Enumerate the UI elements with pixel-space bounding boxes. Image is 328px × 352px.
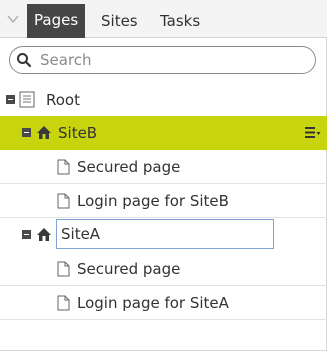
search-input[interactable] <box>40 49 300 71</box>
page-icon <box>57 261 70 277</box>
hamburger-menu-icon[interactable] <box>305 126 321 139</box>
tree-label-page: Secured page <box>77 260 181 278</box>
rename-input[interactable] <box>61 224 261 244</box>
search-box <box>9 46 316 74</box>
tree-row-sitea-login[interactable]: Login page for SiteA <box>0 286 327 320</box>
tree-row-sitea-secured[interactable]: Secured page <box>0 252 327 286</box>
tree-label-page: Login page for SiteB <box>77 192 229 210</box>
collapse-toggle-icon[interactable] <box>6 95 15 104</box>
tab-pages[interactable]: Pages <box>27 4 86 38</box>
tree-label-siteb: SiteB <box>58 124 98 142</box>
tree-row-root[interactable]: Root <box>0 83 327 117</box>
document-list-icon <box>19 91 35 108</box>
tab-bar: Pages Sites Tasks <box>0 0 327 38</box>
rename-field[interactable] <box>56 219 274 249</box>
tab-tasks[interactable]: Tasks <box>160 6 200 38</box>
home-icon <box>37 228 51 241</box>
page-icon <box>57 159 70 175</box>
page-icon <box>57 193 70 209</box>
home-icon <box>37 126 51 139</box>
tree-label-page: Secured page <box>77 158 181 176</box>
tree-row-siteb-secured[interactable]: Secured page <box>0 150 327 184</box>
collapse-toggle-icon[interactable] <box>22 230 31 239</box>
tree-label-root: Root <box>46 91 80 109</box>
chevron-down-icon[interactable] <box>6 13 20 25</box>
tree-label-page: Login page for SiteA <box>77 294 229 312</box>
search-icon <box>17 53 32 68</box>
tab-sites[interactable]: Sites <box>101 6 138 38</box>
page-icon <box>57 295 70 311</box>
tree-row-siteb[interactable]: SiteB <box>0 116 327 150</box>
collapse-toggle-icon[interactable] <box>22 128 31 137</box>
tree-row-siteb-login[interactable]: Login page for SiteB <box>0 184 327 218</box>
